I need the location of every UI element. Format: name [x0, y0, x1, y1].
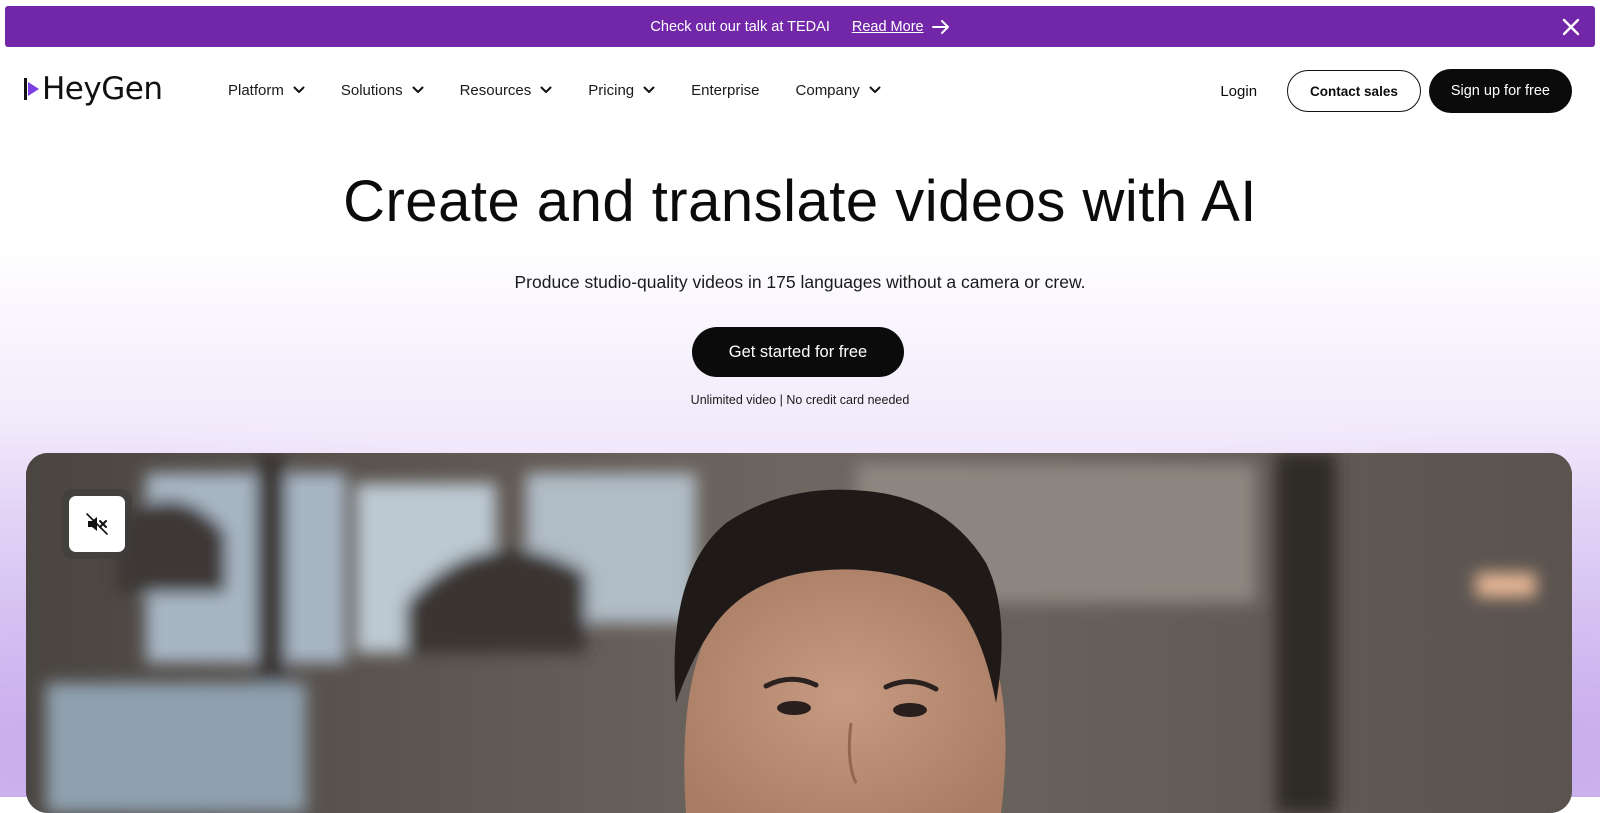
nav-item-pricing[interactable]: Pricing: [588, 75, 655, 105]
login-link[interactable]: Login: [1220, 83, 1257, 100]
nav-item-company[interactable]: Company: [796, 75, 881, 105]
nav-actions: Login Contact sales Sign up for free: [1220, 69, 1572, 113]
nav-item-label: Company: [795, 81, 860, 99]
nav-item-label: Platform: [228, 81, 284, 99]
chevron-down-icon: [540, 86, 552, 93]
nav-item-label: Resources: [459, 81, 532, 99]
heygen-logo[interactable]: HeyGen: [24, 69, 163, 109]
mute-button-face: [69, 496, 125, 552]
chevron-down-icon: [643, 86, 655, 93]
logo-play-icon: [24, 78, 39, 100]
nav-item-label: Enterprise: [691, 81, 760, 99]
nav-item-platform[interactable]: Platform: [228, 75, 305, 105]
arrow-right-icon[interactable]: [931, 19, 950, 34]
close-icon[interactable]: [1561, 17, 1581, 37]
contact-sales-button[interactable]: Contact sales: [1287, 70, 1421, 112]
main-navigation: HeyGen Platform Solutions Resources Pric…: [0, 55, 1600, 125]
hero-video[interactable]: [26, 453, 1572, 813]
sign-up-button[interactable]: Sign up for free: [1428, 69, 1572, 113]
hero-title: Create and translate videos with AI: [343, 169, 1257, 234]
announcement-message: Check out our talk at TEDAI: [650, 18, 830, 35]
hero-note: Unlimited video | No credit card needed: [690, 393, 910, 407]
read-more-link[interactable]: Read More: [852, 19, 924, 35]
announcement-bar: Check out our talk at TEDAI Read More: [5, 6, 1595, 47]
nav-menu: Platform Solutions Resources Pricing Ent…: [228, 75, 917, 105]
video-frame-image: [26, 453, 1572, 813]
nav-item-enterprise[interactable]: Enterprise: [691, 75, 759, 105]
hero-subtitle: Produce studio-quality videos in 175 lan…: [514, 272, 1086, 292]
nav-item-label: Solutions: [340, 81, 403, 99]
nav-item-solutions[interactable]: Solutions: [341, 75, 424, 105]
nav-item-resources[interactable]: Resources: [460, 75, 553, 105]
chevron-down-icon: [293, 86, 305, 93]
chevron-down-icon: [869, 86, 881, 93]
speaker-muted-icon: [86, 513, 108, 535]
mute-toggle-button[interactable]: [62, 489, 132, 559]
get-started-button[interactable]: Get started for free: [692, 327, 904, 377]
logo-text: HeyGen: [42, 71, 163, 107]
chevron-down-icon: [412, 86, 424, 93]
nav-item-label: Pricing: [588, 81, 635, 99]
